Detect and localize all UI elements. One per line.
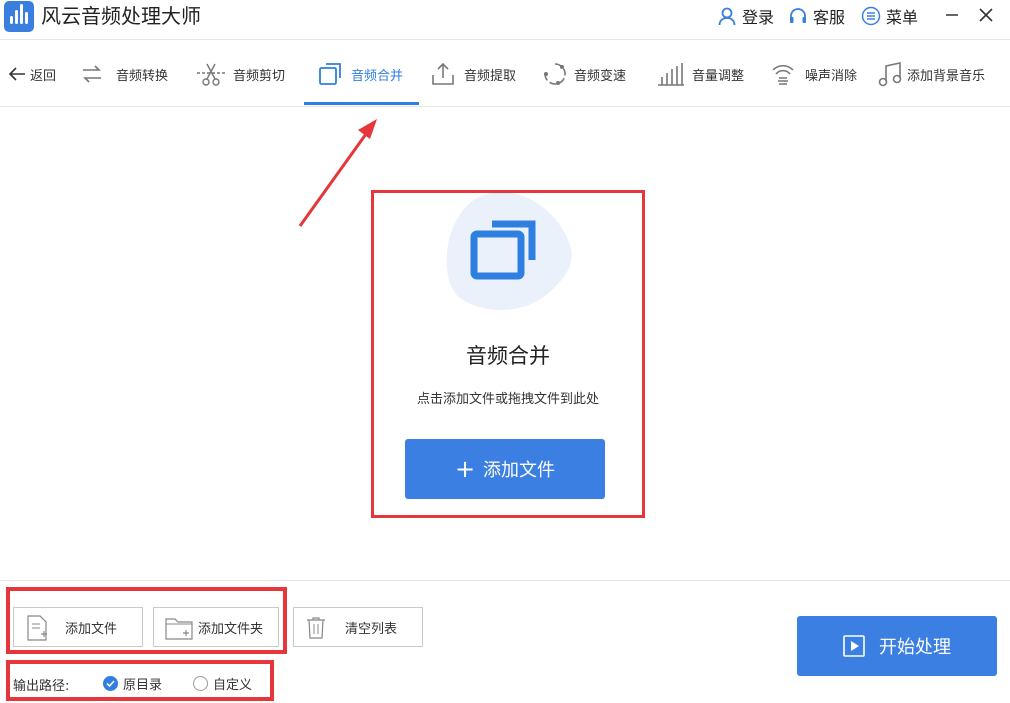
add-folder-button[interactable]: 添加文件夹 [153,607,279,647]
radio-original-directory[interactable]: 原目录 [103,674,162,693]
start-processing-button[interactable]: 开始处理 [797,616,997,676]
service-button[interactable]: 客服 [788,5,845,27]
headset-icon [790,8,806,23]
scissors-icon [197,63,225,86]
tab-audio-extract[interactable]: 音频提取 [431,41,516,107]
dropzone-title: 音频合并 [466,344,550,368]
plus-icon: + [454,455,476,483]
user-icon [718,7,736,26]
clear-list-button[interactable]: 清空列表 [293,607,423,647]
radio-unchecked-icon [193,676,208,691]
add-file-label: 添加文件 [65,621,118,637]
tab-audio-cut[interactable]: 音频剪切 [196,41,285,107]
tab-add-background-music[interactable]: 添加背景音乐 [878,41,985,107]
close-button[interactable] [976,4,996,26]
tab-audio-convert[interactable]: 音频转换 [80,41,168,107]
menu-button[interactable]: 菜单 [861,5,918,27]
radio-custom-label: 自定义 [213,678,253,693]
close-icon [979,8,993,22]
add-file-main-label: 添加文件 [483,460,556,481]
file-add-icon [27,615,47,641]
tab-label: 音量调整 [692,68,745,84]
function-toolbar: 返回 音频转换 音频剪切 音频合并 音频提取 音频变速 音量调整 噪声消除 添加… [0,41,1010,107]
login-button[interactable]: 登录 [717,5,774,27]
dropzone-hint: 点击添加文件或拖拽文件到此处 [416,392,599,407]
clear-list-label: 清空列表 [345,621,398,637]
speed-icon [544,63,566,85]
radio-custom-directory[interactable]: 自定义 [193,674,252,693]
radio-original-label: 原目录 [123,678,163,693]
back-label: 返回 [30,68,57,84]
output-path-label: 输出路径: [13,679,70,694]
merge-icon [319,63,341,85]
play-icon [843,635,865,657]
radio-checked-icon [103,676,118,691]
music-note-icon [878,62,902,87]
app-title: 风云音频处理大师 [41,4,201,28]
add-file-main-button[interactable]: + 添加文件 [405,439,605,499]
trash-icon [307,617,325,639]
title-bar: 风云音频处理大师 登录 客服 菜单 [0,0,1010,40]
start-processing-label: 开始处理 [879,637,951,658]
volume-bars-icon [658,63,684,86]
login-label: 登录 [742,8,775,27]
bottom-divider [0,580,1010,581]
tab-audio-merge[interactable]: 音频合并 [318,41,403,107]
tab-label: 噪声消除 [805,68,858,84]
menu-label: 菜单 [886,8,919,27]
tab-noise-removal[interactable]: 噪声消除 [770,41,857,107]
tab-volume-adjust[interactable]: 音量调整 [657,41,744,107]
tab-label: 音频合并 [351,68,404,84]
tab-audio-speed[interactable]: 音频变速 [543,41,626,107]
arrow-left-icon [8,67,25,81]
noise-icon [772,65,794,85]
tab-label: 添加背景音乐 [907,68,986,84]
tab-label: 音频转换 [116,68,169,84]
tab-label: 音频剪切 [233,68,286,84]
add-folder-label: 添加文件夹 [198,621,264,637]
add-file-button[interactable]: 添加文件 [13,607,143,647]
convert-icon [83,65,101,83]
service-label: 客服 [813,8,846,27]
minimize-icon [946,14,958,16]
tab-label: 音频提取 [464,68,517,84]
folder-add-icon [165,618,193,640]
tab-label: 音频变速 [574,68,627,84]
upload-icon [432,62,454,85]
menu-icon [861,6,881,26]
active-tab-indicator [304,102,419,105]
minimize-button[interactable] [942,4,962,26]
app-logo-icon [4,1,34,32]
back-button[interactable]: 返回 [8,41,56,107]
